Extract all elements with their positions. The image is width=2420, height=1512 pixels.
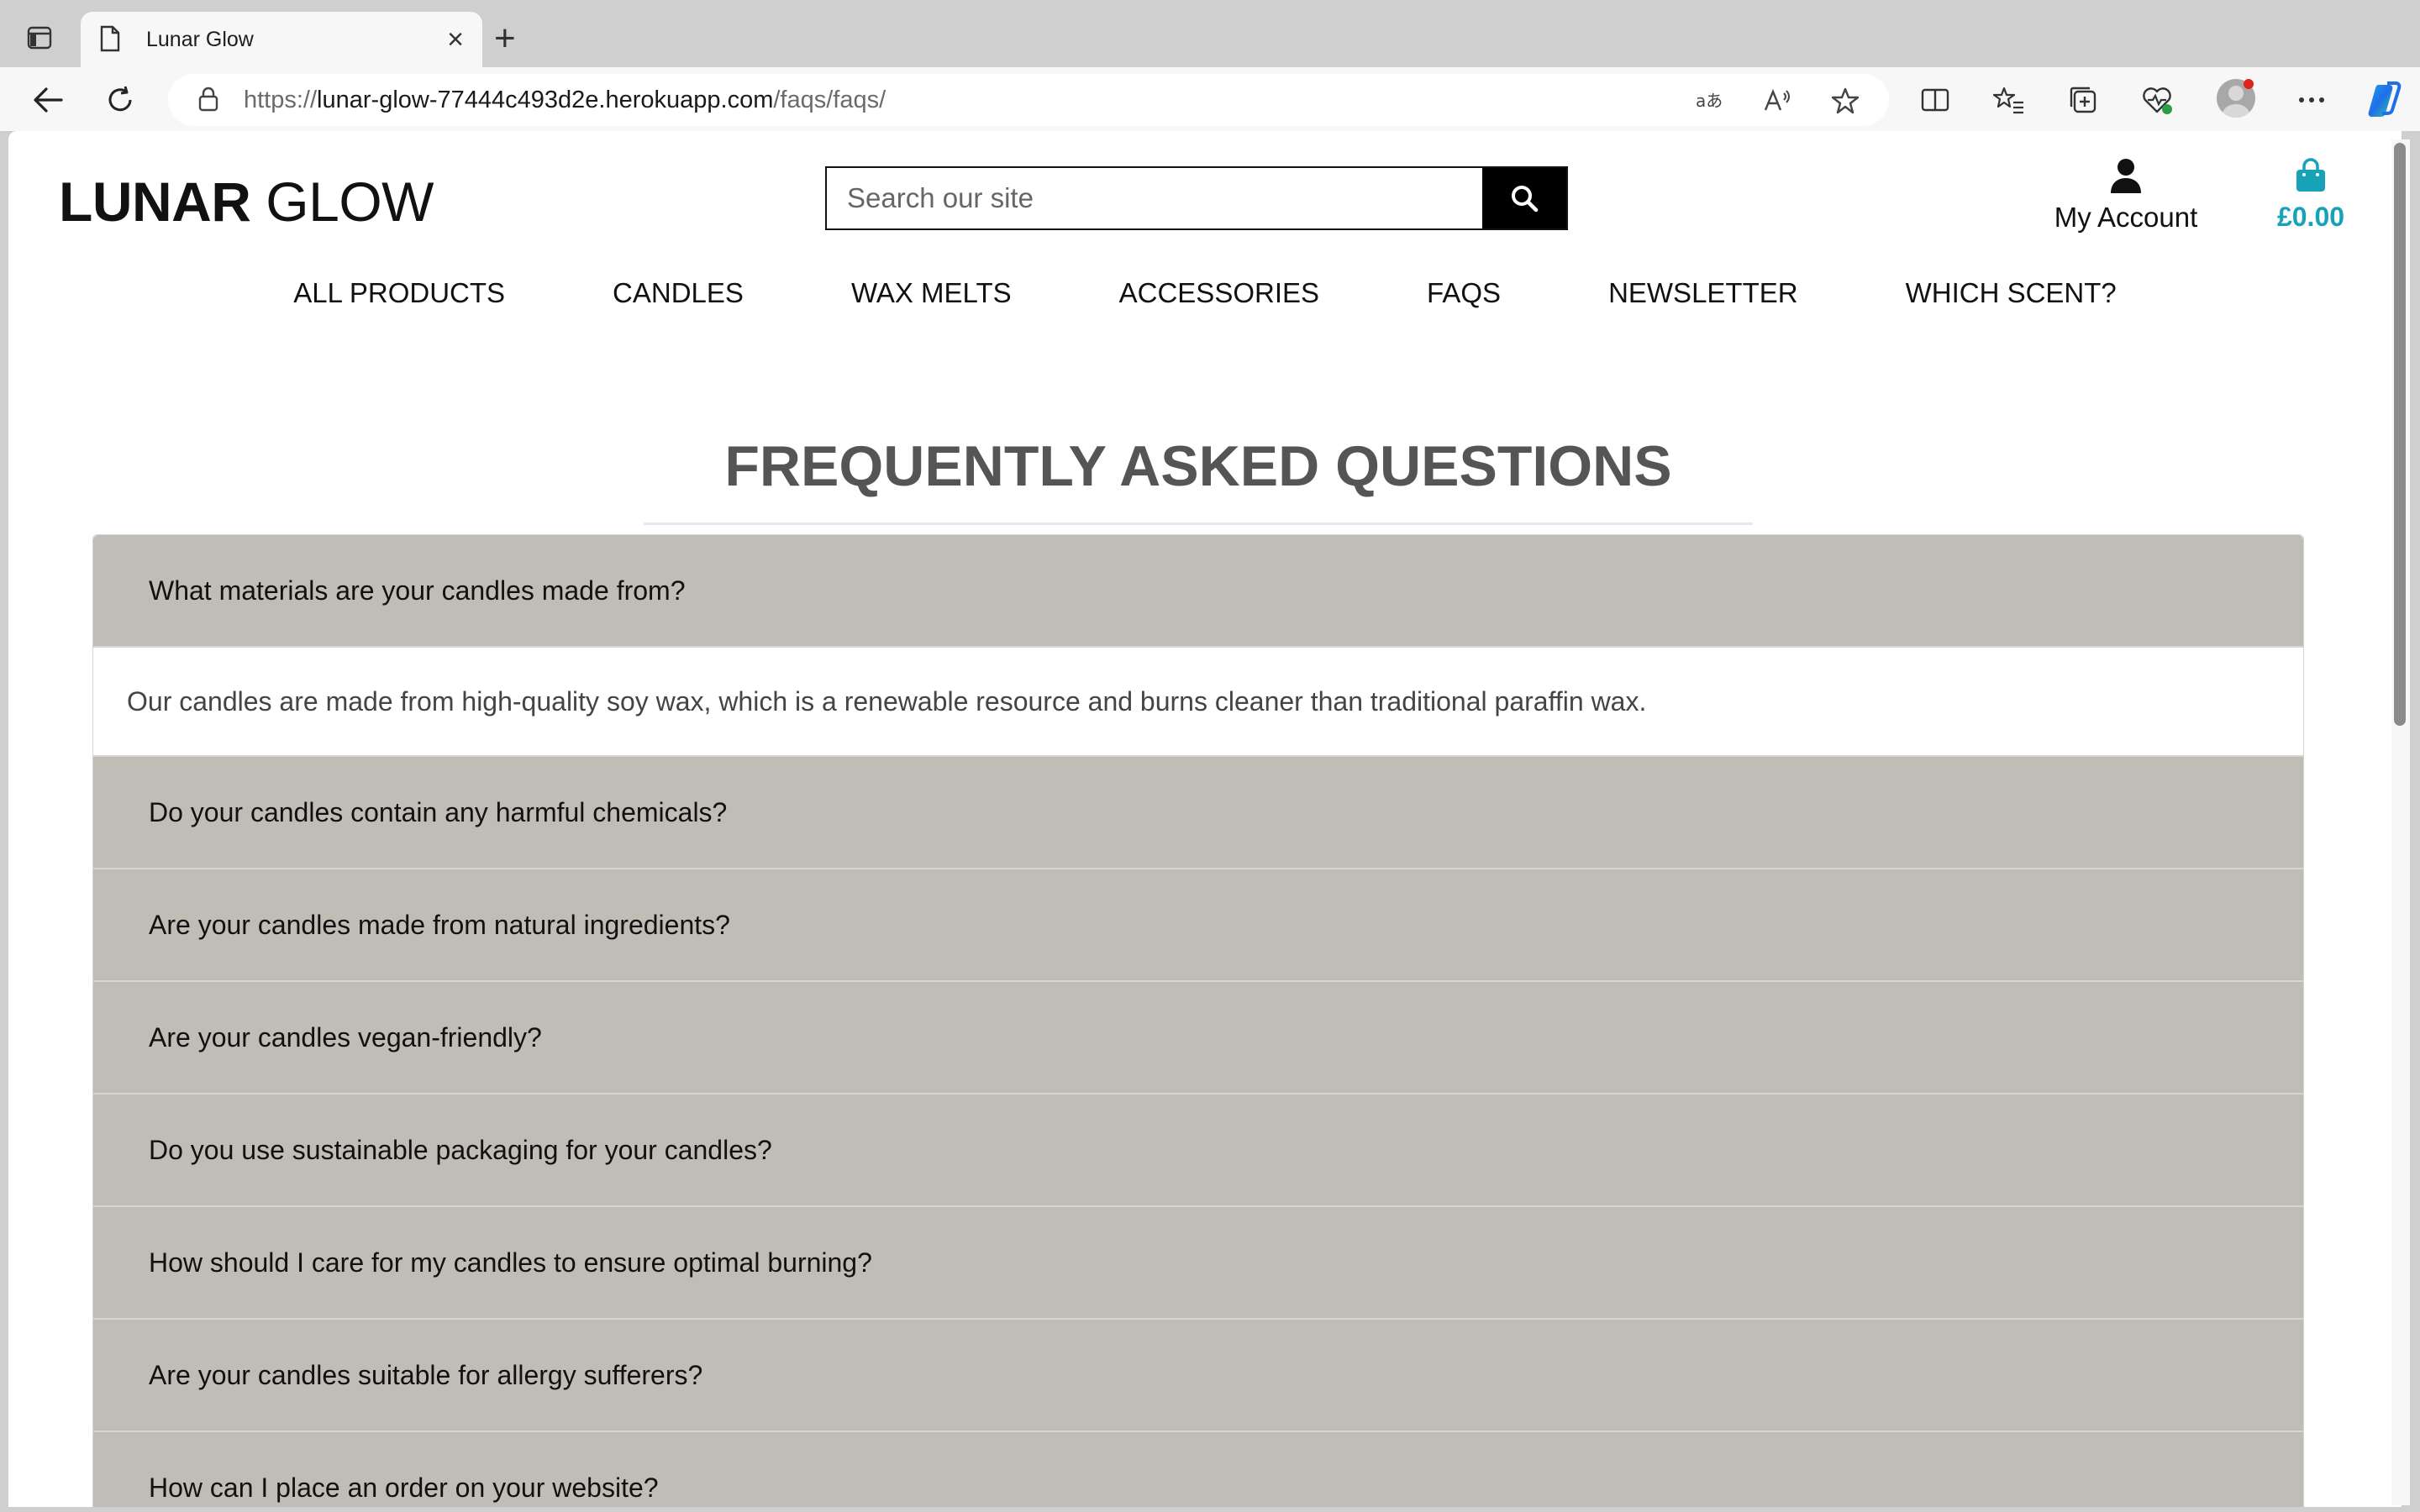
favorite-star-icon[interactable] bbox=[1828, 84, 1862, 118]
nav-accessories[interactable]: ACCESSORIES bbox=[1119, 277, 1319, 309]
faq-question[interactable]: Are your candles suitable for allergy su… bbox=[93, 1320, 2303, 1432]
browser-toolbar: https://lunar-glow-77444c493d2e.herokuap… bbox=[0, 67, 2420, 131]
faq-question[interactable]: Are your candles vegan-friendly? bbox=[93, 982, 2303, 1095]
user-icon bbox=[2111, 159, 2141, 193]
faq-question[interactable]: Are your candles made from natural ingre… bbox=[93, 869, 2303, 982]
new-tab-button[interactable]: + bbox=[494, 20, 516, 57]
title-divider bbox=[644, 522, 1753, 525]
faq-question[interactable]: How can I place an order on your website… bbox=[93, 1432, 2303, 1507]
faq-question[interactable]: Do your candles contain any harmful chem… bbox=[93, 757, 2303, 869]
page-viewport: LUNAR GLOW My Account £0.00 ALL PRODUCTS… bbox=[8, 131, 2402, 1507]
search-button[interactable] bbox=[1482, 168, 1566, 228]
more-menu-icon[interactable] bbox=[2294, 82, 2329, 118]
site-search bbox=[825, 166, 1568, 230]
my-account-link[interactable]: My Account bbox=[2050, 158, 2202, 234]
browser-tab[interactable]: Lunar Glow × bbox=[81, 12, 482, 67]
bag-total: £0.00 bbox=[2276, 202, 2345, 232]
copilot-icon[interactable] bbox=[2363, 79, 2405, 121]
faq-question[interactable]: Do you use sustainable packaging for you… bbox=[93, 1095, 2303, 1207]
browser-essentials-icon[interactable] bbox=[2139, 82, 2175, 118]
faq-question[interactable]: What materials are your candles made fro… bbox=[93, 535, 2303, 648]
lock-icon[interactable] bbox=[198, 87, 222, 113]
close-tab-icon[interactable]: × bbox=[447, 25, 464, 54]
tab-title: Lunar Glow bbox=[146, 27, 254, 51]
faq-accordion: What materials are your candles made fro… bbox=[92, 534, 2304, 1507]
faq-question[interactable]: How should I care for my candles to ensu… bbox=[93, 1207, 2303, 1320]
nav-which-scent[interactable]: WHICH SCENT? bbox=[1906, 277, 2117, 309]
split-screen-icon[interactable] bbox=[1918, 82, 1953, 118]
nav-newsletter[interactable]: NEWSLETTER bbox=[1608, 277, 1798, 309]
refresh-icon[interactable] bbox=[99, 79, 141, 121]
shopping-bag-icon bbox=[2296, 158, 2325, 192]
nav-wax-melts[interactable]: WAX MELTS bbox=[851, 277, 1012, 309]
nav-candles[interactable]: CANDLES bbox=[613, 277, 744, 309]
browser-tab-bar: Lunar Glow × + bbox=[0, 0, 2420, 67]
address-url: https://lunar-glow-77444c493d2e.herokuap… bbox=[244, 86, 886, 113]
read-aloud-icon[interactable] bbox=[1761, 84, 1795, 118]
search-icon bbox=[1512, 186, 1539, 213]
nav-all-products[interactable]: ALL PRODUCTS bbox=[293, 277, 505, 309]
translate-icon[interactable]: aあ bbox=[1694, 84, 1728, 118]
favorites-icon[interactable] bbox=[1991, 82, 2027, 118]
site-logo[interactable]: LUNAR GLOW bbox=[59, 170, 434, 234]
scrollbar-thumb[interactable] bbox=[2394, 143, 2406, 726]
svg-text:aあ: aあ bbox=[1696, 91, 1723, 111]
shopping-bag-link[interactable]: £0.00 bbox=[2260, 158, 2361, 233]
page-icon bbox=[99, 25, 124, 54]
address-bar[interactable]: https://lunar-glow-77444c493d2e.herokuap… bbox=[168, 74, 1889, 126]
tab-actions-icon[interactable] bbox=[20, 18, 59, 57]
notification-dot bbox=[2244, 79, 2254, 89]
page-title: FREQUENTLY ASKED QUESTIONS bbox=[724, 434, 1672, 498]
back-arrow-icon[interactable] bbox=[27, 79, 69, 121]
nav-faqs[interactable]: FAQS bbox=[1427, 277, 1501, 309]
my-account-label: My Account bbox=[2054, 202, 2198, 233]
main-navigation: ALL PRODUCTS CANDLES WAX MELTS ACCESSORI… bbox=[8, 277, 2402, 309]
collections-icon[interactable] bbox=[2065, 82, 2101, 118]
faq-answer: Our candles are made from high-quality s… bbox=[93, 648, 2303, 757]
search-input[interactable] bbox=[827, 168, 1482, 228]
